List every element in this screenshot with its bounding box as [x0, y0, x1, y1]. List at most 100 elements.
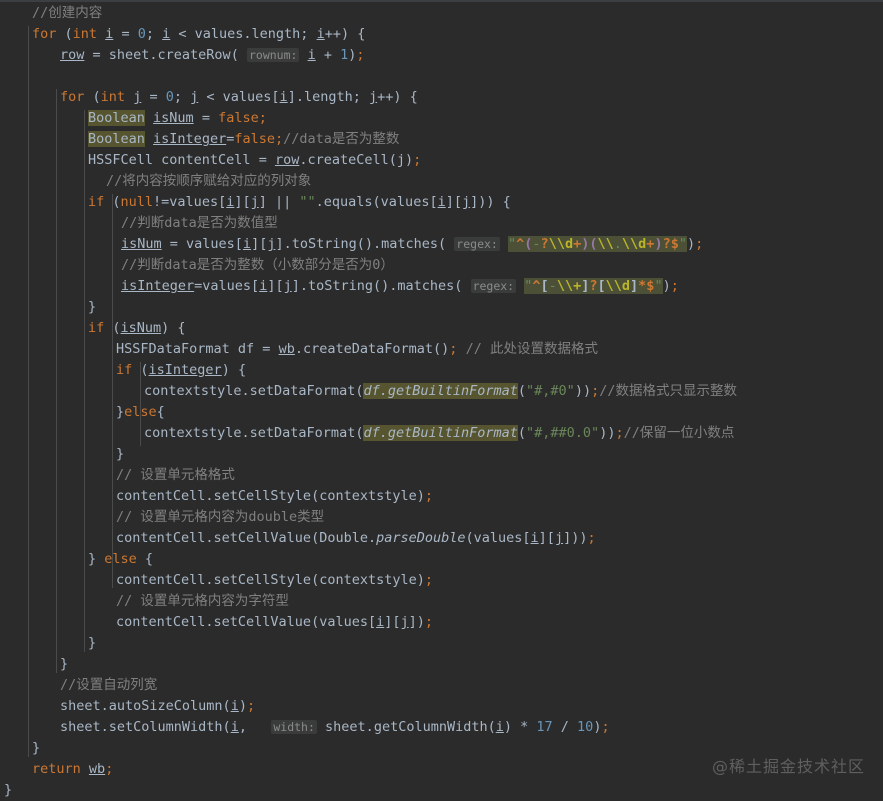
- code-line: for (int i = 0; i < values.length; i++) …: [0, 24, 883, 45]
- code-line: //设置自动列宽: [0, 675, 883, 696]
- keyword-false: false: [234, 131, 275, 147]
- var-j: j: [368, 89, 378, 105]
- semicolon: ;: [615, 425, 624, 441]
- expr: df =: [229, 341, 279, 357]
- code-content[interactable]: //创建内容 for (int i = 0; i < values.length…: [0, 3, 883, 801]
- punct: ) {: [221, 362, 247, 378]
- punct: (: [517, 383, 527, 399]
- editor-top-divider: [0, 0, 883, 2]
- expr: = sheet.createRow(: [84, 47, 239, 63]
- var-row: row: [60, 47, 85, 63]
- expr: =values[: [194, 278, 260, 294]
- punct: ): [687, 236, 696, 252]
- code-line: for (int j = 0; j < values[i].length; j+…: [0, 87, 883, 108]
- regex-literal: "^(-?\\d+)(\\.\\d+)?$": [507, 236, 687, 252]
- keyword-int: int: [100, 89, 126, 105]
- comment: //data是否为整数: [283, 131, 400, 147]
- number: 0: [165, 89, 174, 105]
- code-line: if (isInteger) {: [0, 360, 883, 381]
- keyword-else: else: [124, 404, 157, 420]
- var-j: j: [461, 194, 471, 210]
- param-hint-regex: regex:: [470, 279, 517, 293]
- keyword-int: int: [72, 26, 98, 42]
- expr: ].toString().matches(: [291, 278, 463, 294]
- keyword-null: null: [120, 194, 154, 210]
- var-i: i: [307, 47, 316, 63]
- semicolon: ;: [424, 488, 433, 504]
- code-line: HSSFDataFormat df = wb.createDataFormat(…: [0, 339, 883, 360]
- comment: //判断data是否为整数（小数部分是否为0）: [121, 257, 394, 273]
- expr: ++) {: [377, 89, 418, 105]
- expr: contentCell =: [153, 152, 275, 168]
- brace-close: }: [88, 299, 97, 315]
- semicolon: ;: [670, 278, 679, 294]
- var-i: i: [376, 614, 385, 630]
- expr: .createCell(j): [299, 152, 414, 168]
- comment: // 此处设置数据格式: [465, 341, 598, 357]
- var-isinteger: isInteger: [121, 278, 195, 294]
- param-hint-width: width:: [271, 720, 317, 734]
- code-line: // 设置单元格内容为字符型: [0, 591, 883, 612]
- comment: //将内容按顺序赋给对应的列对象: [106, 173, 312, 189]
- var-i: i: [230, 698, 239, 714]
- semicolon: ;: [601, 719, 610, 735]
- keyword-return: return: [32, 761, 81, 777]
- expr: = values[: [161, 236, 243, 252]
- semicolon: ;: [246, 698, 256, 714]
- var-isnum: isNum: [121, 236, 162, 252]
- expr: ++) {: [324, 26, 366, 42]
- expr: sheet.autoSizeColumn(: [60, 698, 231, 714]
- keyword-if: if: [88, 320, 105, 336]
- semicolon: ;: [413, 152, 422, 168]
- code-editor[interactable]: //创建内容 for (int i = 0; i < values.length…: [0, 0, 883, 801]
- code-line: sheet.setColumnWidth(i, width: sheet.get…: [0, 717, 883, 738]
- expr: (values[: [465, 530, 531, 546]
- code-line: contentCell.setCellStyle(contextstyle);: [0, 486, 883, 507]
- op: +: [315, 47, 341, 63]
- keyword-false: false: [218, 110, 259, 126]
- expr: ].length;: [287, 89, 369, 105]
- expr: .createDataFormat(): [294, 341, 450, 357]
- code-line: }: [0, 444, 883, 465]
- code-line: }else{: [0, 402, 883, 423]
- expr: < values.length;: [170, 26, 317, 42]
- keyword-for: for: [32, 26, 57, 42]
- code-line: Boolean isInteger=false;//data是否为整数: [0, 129, 883, 150]
- semicolon: ;: [591, 383, 600, 399]
- punct: ) {: [161, 320, 186, 336]
- var-isinteger: isInteger: [148, 362, 222, 378]
- semicolon: ;: [587, 530, 596, 546]
- var-i: i: [437, 194, 446, 210]
- code-line: sheet.autoSizeColumn(i);: [0, 696, 883, 717]
- punct: ][: [538, 530, 555, 546]
- brace-open: {: [156, 404, 165, 420]
- method-getbuiltinformat-highlighted: df.getBuiltinFormat: [363, 425, 518, 441]
- code-line: if (isNum) {: [0, 318, 883, 339]
- type-boolean-highlighted: Boolean: [88, 131, 145, 147]
- code-line: contextstyle.setDataFormat(df.getBuiltin…: [0, 381, 883, 402]
- expr: contextstyle.setDataFormat(: [144, 425, 364, 441]
- expr: sheet.setColumnWidth(: [60, 719, 231, 735]
- expr: contentCell.setCellStyle(contextstyle): [116, 572, 425, 588]
- keyword-else: else: [104, 551, 137, 567]
- op: =: [193, 110, 219, 126]
- code-line: // 设置单元格内容为double类型: [0, 507, 883, 528]
- var-i: i: [495, 719, 504, 735]
- comment: //创建内容: [32, 5, 103, 21]
- method-parsedouble: parseDouble: [376, 530, 466, 546]
- var-i: i: [242, 236, 252, 252]
- expr: !=values[: [153, 194, 227, 210]
- semicolon: ;: [258, 110, 267, 126]
- brace-close: }: [116, 446, 125, 462]
- semicolon: ;: [695, 236, 704, 252]
- param-hint-rownum: rownum:: [246, 48, 300, 62]
- var-j: j: [554, 530, 564, 546]
- comment: // 设置单元格内容为double类型: [116, 509, 325, 525]
- number: 17: [536, 719, 553, 735]
- var-row: row: [274, 152, 300, 168]
- var-isnum: isNum: [120, 320, 162, 336]
- code-line: // 设置单元格格式: [0, 465, 883, 486]
- watermark: @稀土掘金技术社区: [711, 757, 865, 776]
